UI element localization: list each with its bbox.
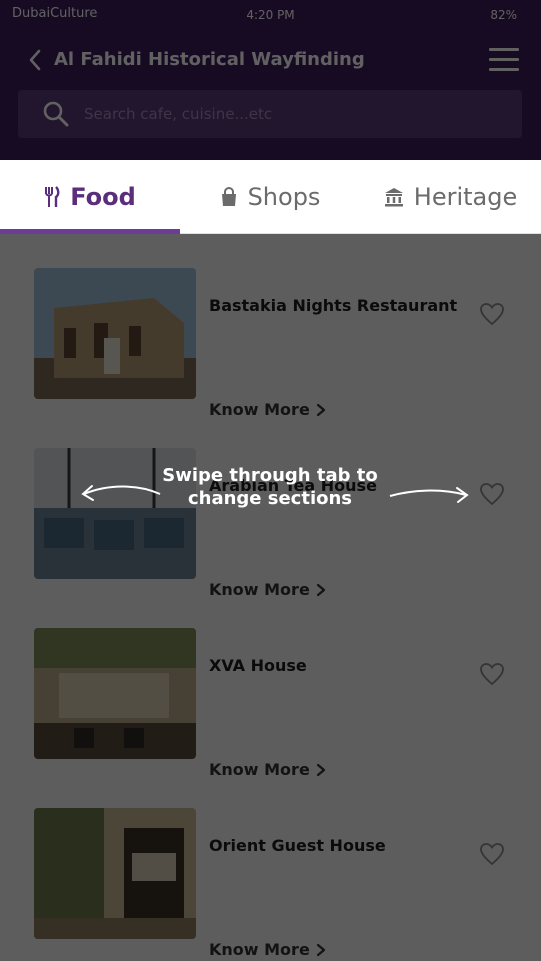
section-tabs: Food Shops Heritage [0, 160, 541, 234]
heart-icon [480, 663, 504, 686]
know-more-link[interactable]: Know More [209, 400, 326, 419]
hamburger-line [489, 68, 519, 71]
tab-heritage[interactable]: Heritage [360, 160, 541, 234]
museum-icon [384, 188, 403, 207]
place-title[interactable]: Orient Guest House [209, 836, 386, 855]
place-image[interactable] [34, 808, 196, 939]
place-title[interactable]: XVA House [209, 656, 307, 675]
status-time: 4:20 PM [246, 8, 295, 22]
know-more-label: Know More [209, 760, 310, 779]
chevron-right-icon [316, 403, 325, 416]
coachmark-text: Swipe through tab to change sections [162, 465, 378, 509]
favorite-button[interactable] [479, 842, 505, 866]
tab-shops-label: Shops [247, 183, 321, 211]
places-list[interactable]: Bastakia Nights Restaurant Know More Ara… [0, 234, 541, 961]
know-more-label: Know More [209, 940, 310, 959]
place-photo [34, 268, 196, 399]
know-more-label: Know More [209, 400, 310, 419]
favorite-button[interactable] [479, 662, 505, 686]
active-tab-indicator [0, 229, 180, 234]
know-more-link[interactable]: Know More [209, 940, 326, 959]
search-input[interactable] [82, 90, 502, 138]
page-title: Al Fahidi Historical Wayfinding [54, 49, 365, 70]
battery-level: 82% [490, 8, 517, 22]
chevron-right-icon [316, 583, 325, 596]
search-bar[interactable] [18, 90, 522, 138]
title-bar: Al Fahidi Historical Wayfinding [0, 40, 541, 80]
hamburger-line [489, 58, 519, 61]
search-icon [43, 101, 69, 127]
know-more-link[interactable]: Know More [209, 580, 326, 599]
heart-icon [480, 303, 504, 326]
chevron-right-icon [316, 943, 325, 956]
list-item[interactable]: Bastakia Nights Restaurant Know More [24, 258, 520, 419]
chevron-right-icon [316, 763, 325, 776]
hamburger-icon [489, 48, 519, 51]
place-photo [34, 628, 196, 759]
back-button[interactable] [22, 46, 48, 74]
shopping-bag-icon [221, 187, 236, 206]
coachmark: Swipe through tab to change sections [0, 462, 541, 522]
place-image[interactable] [34, 628, 196, 759]
chevron-left-icon [29, 49, 41, 71]
list-item[interactable]: Orient Guest House Know More [24, 798, 520, 959]
tab-shops[interactable]: Shops [180, 160, 360, 234]
know-more-link[interactable]: Know More [209, 760, 326, 779]
list-item[interactable]: XVA House Know More [24, 618, 520, 779]
tab-food-label: Food [70, 183, 136, 211]
arrow-right-icon [389, 487, 469, 503]
tab-heritage-label: Heritage [413, 183, 518, 211]
place-photo [34, 808, 196, 939]
app-header: DubaiCulture 4:20 PM 82% Al Fahidi Histo… [0, 0, 541, 160]
tab-food[interactable]: Food [0, 160, 180, 234]
menu-button[interactable] [489, 46, 521, 72]
status-bar: DubaiCulture 4:20 PM 82% [0, 0, 541, 32]
favorite-button[interactable] [479, 302, 505, 326]
heart-icon [480, 843, 504, 866]
know-more-label: Know More [209, 580, 310, 599]
fork-knife-icon [45, 186, 60, 207]
place-image[interactable] [34, 268, 196, 399]
place-title[interactable]: Bastakia Nights Restaurant [209, 296, 457, 315]
